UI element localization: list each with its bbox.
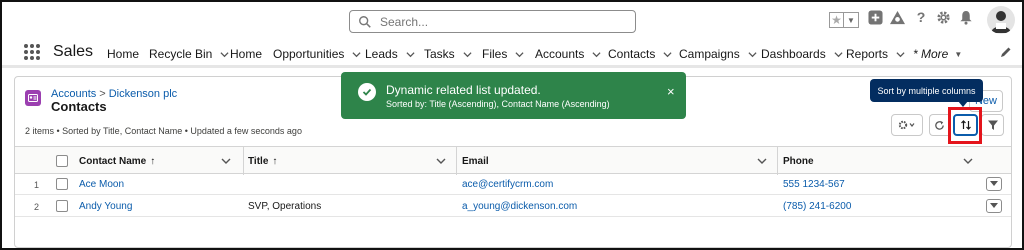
toast-message: Sorted by: Title (Ascending), Contact Na… xyxy=(386,99,610,109)
highlight-annotation-box xyxy=(948,107,982,144)
global-search-box[interactable] xyxy=(349,10,636,33)
screenshot-frame: ★ ▼ ? Sales Home Recycle Bin Home Opport xyxy=(0,0,1024,250)
chevron-down-icon[interactable] xyxy=(834,50,843,59)
nav-item-campaigns[interactable]: Campaigns xyxy=(679,47,757,61)
nav-item-leads[interactable]: Leads xyxy=(365,47,415,61)
star-icon[interactable]: ★ xyxy=(829,12,844,28)
chevron-down-icon[interactable] xyxy=(896,50,905,59)
nav-item-opportunities[interactable]: Opportunities xyxy=(273,47,361,61)
nav-item-accounts[interactable]: Accounts xyxy=(535,47,601,61)
row-checkbox[interactable] xyxy=(56,178,68,190)
notifications-bell-icon[interactable] xyxy=(959,10,973,25)
chevron-down-icon[interactable] xyxy=(515,50,524,59)
chevron-down-icon[interactable] xyxy=(406,50,415,59)
sort-ascending-indicator: ↑ xyxy=(150,155,156,167)
contact-phone-link[interactable]: 555 1234-567 xyxy=(783,174,845,195)
table-row: 1 Ace Moon ace@certifycrm.com 555 1234-5… xyxy=(15,174,1011,195)
contact-object-icon xyxy=(25,90,41,106)
success-toast: Dynamic related list updated. Sorted by:… xyxy=(341,72,686,119)
chevron-down-icon[interactable] xyxy=(963,156,973,166)
row-number: 1 xyxy=(34,179,40,190)
trailhead-icon[interactable] xyxy=(889,10,906,25)
user-avatar[interactable] xyxy=(987,6,1015,34)
svg-text:?: ? xyxy=(917,10,926,25)
column-header-phone[interactable]: Phone xyxy=(783,147,983,175)
list-info-text: 2 items • Sorted by Title, Contact Name … xyxy=(25,126,302,136)
chevron-down-icon[interactable] xyxy=(748,50,757,59)
help-icon[interactable]: ? xyxy=(914,10,928,25)
contact-email-link[interactable]: a_young@dickenson.com xyxy=(462,196,577,217)
row-actions-menu[interactable] xyxy=(986,199,1002,213)
search-icon xyxy=(359,15,371,28)
chevron-down-icon[interactable] xyxy=(352,50,361,59)
nav-item-home-2[interactable]: Home xyxy=(230,47,262,61)
chevron-down-icon[interactable] xyxy=(463,50,472,59)
chevron-down-icon[interactable] xyxy=(592,50,601,59)
chevron-down-icon[interactable] xyxy=(436,156,446,166)
breadcrumb-record-link[interactable]: Dickenson plc xyxy=(109,88,177,100)
search-input[interactable] xyxy=(380,14,620,29)
nav-item-home[interactable]: Home xyxy=(107,47,139,61)
success-check-icon xyxy=(358,83,376,101)
app-name: Sales xyxy=(53,43,94,60)
contact-email-link[interactable]: ace@certifycrm.com xyxy=(462,174,553,195)
chevron-down-icon[interactable] xyxy=(757,156,767,166)
contact-phone-link[interactable]: (785) 241-6200 xyxy=(783,196,851,217)
chevron-down-icon[interactable]: ▼ xyxy=(844,12,859,28)
favorites-group[interactable]: ★ ▼ xyxy=(829,12,859,28)
add-icon[interactable] xyxy=(868,10,883,25)
column-divider xyxy=(243,147,244,175)
list-settings-button[interactable] xyxy=(891,114,923,136)
nav-item-files[interactable]: Files xyxy=(482,47,524,61)
row-checkbox[interactable] xyxy=(56,200,68,212)
caret-down-icon xyxy=(990,181,998,186)
column-header-contact-name[interactable]: Contact Name ↑ xyxy=(79,147,241,175)
sort-ascending-indicator: ↑ xyxy=(272,155,278,167)
nav-item-contacts[interactable]: Contacts xyxy=(608,47,672,61)
refresh-button[interactable] xyxy=(929,114,949,136)
nav-item-recycle-bin[interactable]: Recycle Bin xyxy=(149,47,229,61)
row-number: 2 xyxy=(34,201,40,212)
app-launcher-icon[interactable] xyxy=(24,44,40,60)
row-actions-menu[interactable] xyxy=(986,177,1002,191)
chevron-down-icon[interactable] xyxy=(220,50,229,59)
chevron-down-icon[interactable] xyxy=(663,50,672,59)
tooltip-text: Sort by multiple columns xyxy=(877,85,976,96)
column-divider xyxy=(777,147,778,175)
select-all-checkbox[interactable] xyxy=(56,155,68,167)
row-number-header xyxy=(15,147,43,175)
filter-button[interactable] xyxy=(981,114,1004,136)
edit-nav-pencil-icon[interactable] xyxy=(1000,46,1012,58)
nav-item-dashboards[interactable]: Dashboards xyxy=(761,47,843,61)
column-header-title[interactable]: Title ↑ xyxy=(248,147,456,175)
nav-item-reports[interactable]: Reports xyxy=(846,47,905,61)
caret-down-icon xyxy=(990,203,998,208)
table-header: Contact Name ↑ Title ↑ Email Phone xyxy=(15,146,1011,175)
contact-title: SVP, Operations xyxy=(248,201,322,212)
setup-gear-icon[interactable] xyxy=(936,10,951,25)
table-row: 2 Andy Young SVP, Operations a_young@dic… xyxy=(15,196,1011,217)
sort-tooltip: Sort by multiple columns xyxy=(870,79,983,107)
nav-item-tasks[interactable]: Tasks xyxy=(424,47,472,61)
list-title: Contacts xyxy=(51,99,107,114)
contact-name-link[interactable]: Ace Moon xyxy=(79,174,124,195)
app-navigation-bar: Sales Home Recycle Bin Home Opportunitie… xyxy=(2,38,1022,68)
nav-more-menu[interactable]: * More ▼ xyxy=(913,47,962,61)
caret-down-icon: ▼ xyxy=(954,49,963,59)
chevron-down-icon[interactable] xyxy=(221,156,231,166)
global-header: ★ ▼ ? xyxy=(2,2,1022,38)
column-header-email[interactable]: Email xyxy=(462,147,777,175)
toast-title: Dynamic related list updated. xyxy=(386,83,541,97)
column-divider xyxy=(456,147,457,175)
contact-name-link[interactable]: Andy Young xyxy=(79,196,132,217)
close-icon[interactable]: × xyxy=(667,84,675,99)
